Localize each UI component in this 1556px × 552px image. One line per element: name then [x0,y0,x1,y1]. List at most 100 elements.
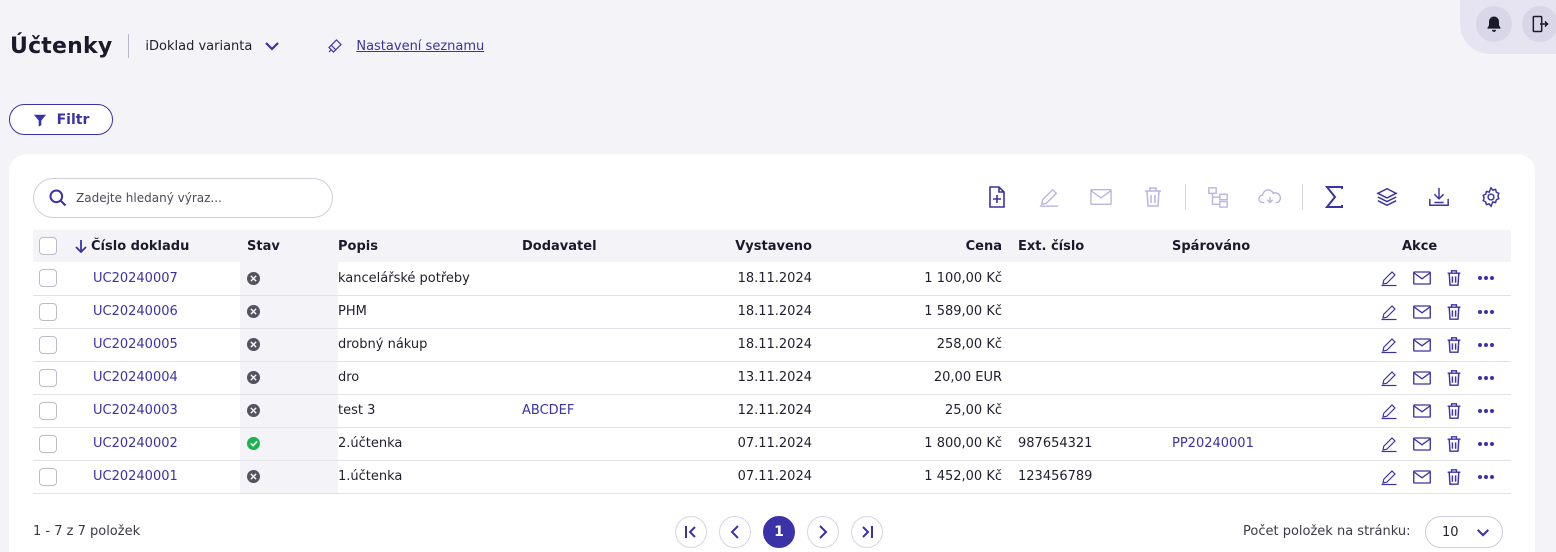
filter-button[interactable]: Filtr [9,104,113,135]
row-email-icon[interactable] [1413,370,1431,385]
row-more-icon[interactable] [1477,441,1495,447]
price-cell: 258,00 Kč [936,337,1002,352]
paired-cell[interactable] [1172,394,1372,427]
actions-cell [1372,262,1511,295]
variant-dropdown[interactable]: iDoklad varianta [145,39,280,54]
row-delete-icon[interactable] [1446,468,1462,486]
row-email-icon[interactable] [1413,403,1431,418]
row-edit-icon[interactable] [1380,303,1398,321]
row-edit-icon[interactable] [1380,402,1398,420]
email-button[interactable] [1088,184,1114,210]
list-settings-link[interactable]: Nastavení seznamu [326,37,484,55]
receipt-number-link[interactable]: UC20240005 [75,328,240,361]
notifications-button[interactable] [1476,6,1512,42]
row-checkbox[interactable] [39,467,57,486]
row-more-icon[interactable] [1477,275,1495,281]
table-row[interactable]: UC20240007 kancelářské potřeby 18.11.202… [33,262,1511,295]
last-page-button[interactable] [851,516,883,548]
column-header-number[interactable]: Číslo dokladu [75,230,240,262]
row-email-icon[interactable] [1413,469,1431,484]
receipt-number-link[interactable]: UC20240003 [75,394,240,427]
row-delete-icon[interactable] [1446,435,1462,453]
edit-button[interactable] [1036,184,1062,210]
table-row[interactable]: UC20240001 1.účtenka 07.11.2024 1 452,00… [33,460,1511,493]
column-header-price[interactable]: Cena [812,230,1002,262]
row-checkbox[interactable] [39,401,57,420]
row-email-icon[interactable] [1413,304,1431,319]
download-button[interactable] [1426,184,1452,210]
supplier-cell[interactable] [522,460,672,493]
paired-cell[interactable] [1172,262,1372,295]
row-more-icon[interactable] [1477,408,1495,414]
receipt-number-link[interactable]: UC20240006 [75,295,240,328]
table-row[interactable]: UC20240006 PHM 18.11.2024 1 589,00 Kč [33,295,1511,328]
actions-cell [1372,427,1511,460]
table-footer: 1 - 7 z 7 položek 1 Počet položek na str… [9,510,1535,552]
paired-cell[interactable] [1172,460,1372,493]
row-edit-icon[interactable] [1380,369,1398,387]
table-row[interactable]: UC20240005 drobný nákup 18.11.2024 258,0… [33,328,1511,361]
delete-button[interactable] [1140,184,1166,210]
row-delete-icon[interactable] [1446,369,1462,387]
paired-cell[interactable]: PP20240001 [1172,427,1372,460]
page-button-current[interactable]: 1 [763,516,795,548]
paired-cell[interactable] [1172,328,1372,361]
search-input[interactable] [76,191,316,205]
status-cancelled-icon [247,470,260,483]
receipt-number-link[interactable]: UC20240001 [75,460,240,493]
supplier-cell[interactable] [522,295,672,328]
paired-cell[interactable] [1172,295,1372,328]
row-checkbox[interactable] [39,368,57,387]
column-header-issued[interactable]: Vystaveno [672,230,812,262]
table-row[interactable]: UC20240004 dro 13.11.2024 20,00 EUR [33,361,1511,394]
column-header-status[interactable]: Stav [240,230,338,262]
new-document-button[interactable] [984,184,1010,210]
column-header-ext-number[interactable]: Ext. číslo [1002,230,1172,262]
row-edit-icon[interactable] [1380,336,1398,354]
settings-button[interactable] [1478,184,1504,210]
column-header-supplier[interactable]: Dodavatel [522,230,672,262]
row-delete-icon[interactable] [1446,269,1462,287]
first-page-button[interactable] [675,516,707,548]
supplier-cell[interactable] [522,427,672,460]
row-more-icon[interactable] [1477,342,1495,348]
sum-button[interactable] [1322,184,1348,210]
receipt-number-link[interactable]: UC20240004 [75,361,240,394]
supplier-cell[interactable] [522,262,672,295]
next-page-button[interactable] [807,516,839,548]
supplier-cell[interactable] [522,361,672,394]
select-all-checkbox[interactable] [39,237,57,255]
column-header-paired[interactable]: Spárováno [1172,230,1372,262]
row-email-icon[interactable] [1413,436,1431,451]
hierarchy-button[interactable] [1205,184,1231,210]
column-header-description[interactable]: Popis [338,230,522,262]
row-checkbox[interactable] [39,434,57,453]
receipt-number-link[interactable]: UC20240007 [75,262,240,295]
row-edit-icon[interactable] [1380,468,1398,486]
row-checkbox[interactable] [39,302,57,321]
logout-button[interactable] [1522,6,1556,42]
row-email-icon[interactable] [1413,337,1431,352]
row-edit-icon[interactable] [1380,435,1398,453]
row-delete-icon[interactable] [1446,402,1462,420]
row-edit-icon[interactable] [1380,269,1398,287]
table-row[interactable]: UC20240003 test 3 ABCDEF 12.11.2024 25,0… [33,394,1511,427]
supplier-cell[interactable] [522,328,672,361]
previous-page-button[interactable] [719,516,751,548]
paired-cell[interactable] [1172,361,1372,394]
receipt-number-link[interactable]: UC20240002 [75,427,240,460]
per-page-select[interactable]: 10 [1425,516,1503,548]
table-row[interactable]: UC20240002 2.účtenka 07.11.2024 1 800,00… [33,427,1511,460]
supplier-cell[interactable]: ABCDEF [522,394,672,427]
row-more-icon[interactable] [1477,375,1495,381]
pagination: 1 [675,516,895,548]
row-more-icon[interactable] [1477,309,1495,315]
row-checkbox[interactable] [39,269,57,288]
row-delete-icon[interactable] [1446,336,1462,354]
layers-button[interactable] [1374,184,1400,210]
row-checkbox[interactable] [39,335,57,354]
row-email-icon[interactable] [1413,271,1431,285]
row-more-icon[interactable] [1477,474,1495,480]
cloud-sync-button[interactable] [1257,184,1283,210]
row-delete-icon[interactable] [1446,303,1462,321]
